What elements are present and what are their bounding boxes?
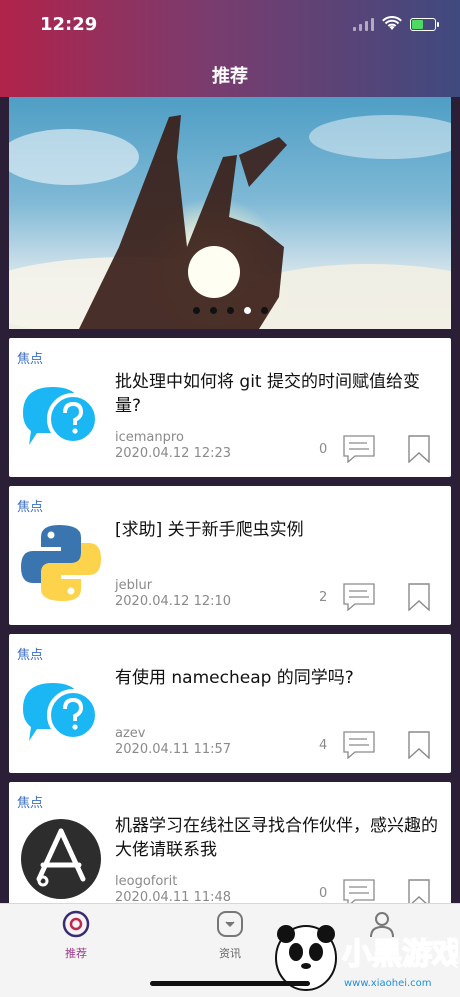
carousel-dot-active[interactable] — [244, 307, 251, 314]
status-icons — [353, 16, 439, 32]
post-author[interactable]: leogoforit — [115, 874, 177, 889]
banner-carousel[interactable] — [9, 97, 451, 329]
post-card[interactable]: 焦点 有使用 namecheap 的同学吗? azev 2020.04.11 1… — [9, 634, 451, 773]
cellular-signal-icon — [353, 17, 374, 31]
post-date: 2020.04.11 11:57 — [115, 742, 232, 757]
home-indicator — [150, 981, 310, 986]
carousel-dot[interactable] — [261, 307, 268, 314]
post-tag: 焦点 — [17, 796, 44, 811]
post-date: 2020.04.12 12:23 — [115, 446, 232, 461]
bookmark-icon[interactable] — [407, 731, 431, 759]
tab-news[interactable]: 资讯 — [200, 910, 260, 961]
app-header: 12:29 推荐 — [0, 0, 460, 97]
post-tag: 焦点 — [17, 352, 44, 367]
app-store-icon — [21, 819, 101, 899]
bookmark-icon[interactable] — [407, 583, 431, 611]
status-time: 12:29 — [40, 14, 98, 35]
bookmark-icon[interactable] — [407, 435, 431, 463]
carousel-dot[interactable] — [210, 307, 217, 314]
carousel-dot[interactable] — [193, 307, 200, 314]
comment-icon[interactable] — [343, 583, 375, 611]
tab-label: 推荐 — [65, 947, 87, 960]
post-title[interactable]: 机器学习在线社区寻找合作伙伴，感兴趣的大佬请联系我 — [115, 814, 443, 862]
post-card[interactable]: 焦点 [求助] 关于新手爬虫实例 jeblur 2020.04.12 12:10… — [9, 486, 451, 625]
post-title[interactable]: 批处理中如何将 git 提交的时间赋值给变量? — [115, 370, 443, 418]
question-bubble-icon — [23, 387, 99, 445]
comment-count: 0 — [319, 442, 328, 457]
news-icon — [217, 911, 243, 937]
post-author[interactable]: azev — [115, 726, 145, 741]
post-author[interactable]: jeblur — [115, 578, 152, 593]
watermark-text: 小黑游戏 — [342, 937, 458, 972]
wifi-icon — [382, 16, 402, 30]
page-title: 推荐 — [212, 66, 248, 87]
post-tag: 焦点 — [17, 648, 44, 663]
comment-count: 0 — [319, 886, 328, 901]
post-card[interactable]: 焦点 机器学习在线社区寻找合作伙伴，感兴趣的大佬请联系我 leogoforit … — [9, 782, 451, 921]
recommend-icon — [62, 910, 90, 938]
post-tag: 焦点 — [17, 500, 44, 515]
carousel-dots[interactable] — [193, 307, 268, 314]
comment-count: 2 — [319, 590, 328, 605]
tab-label: 资讯 — [219, 947, 241, 960]
post-title[interactable]: [求助] 关于新手爬虫实例 — [115, 518, 443, 542]
post-title[interactable]: 有使用 namecheap 的同学吗? — [115, 666, 443, 690]
python-logo-icon — [21, 525, 101, 601]
tab-recommend[interactable]: 推荐 — [46, 910, 106, 961]
question-bubble-icon — [23, 683, 99, 741]
comment-icon[interactable] — [343, 731, 375, 759]
watermark-url: www.xiaohei.com — [344, 978, 432, 989]
post-date: 2020.04.12 12:10 — [115, 594, 232, 609]
post-author[interactable]: icemanpro — [115, 430, 184, 445]
comment-icon[interactable] — [343, 435, 375, 463]
post-card[interactable]: 焦点 批处理中如何将 git 提交的时间赋值给变量? icemanpro 202… — [9, 338, 451, 477]
banner-image — [9, 115, 451, 329]
comment-count: 4 — [319, 738, 328, 753]
battery-icon — [410, 17, 439, 31]
carousel-dot[interactable] — [227, 307, 234, 314]
